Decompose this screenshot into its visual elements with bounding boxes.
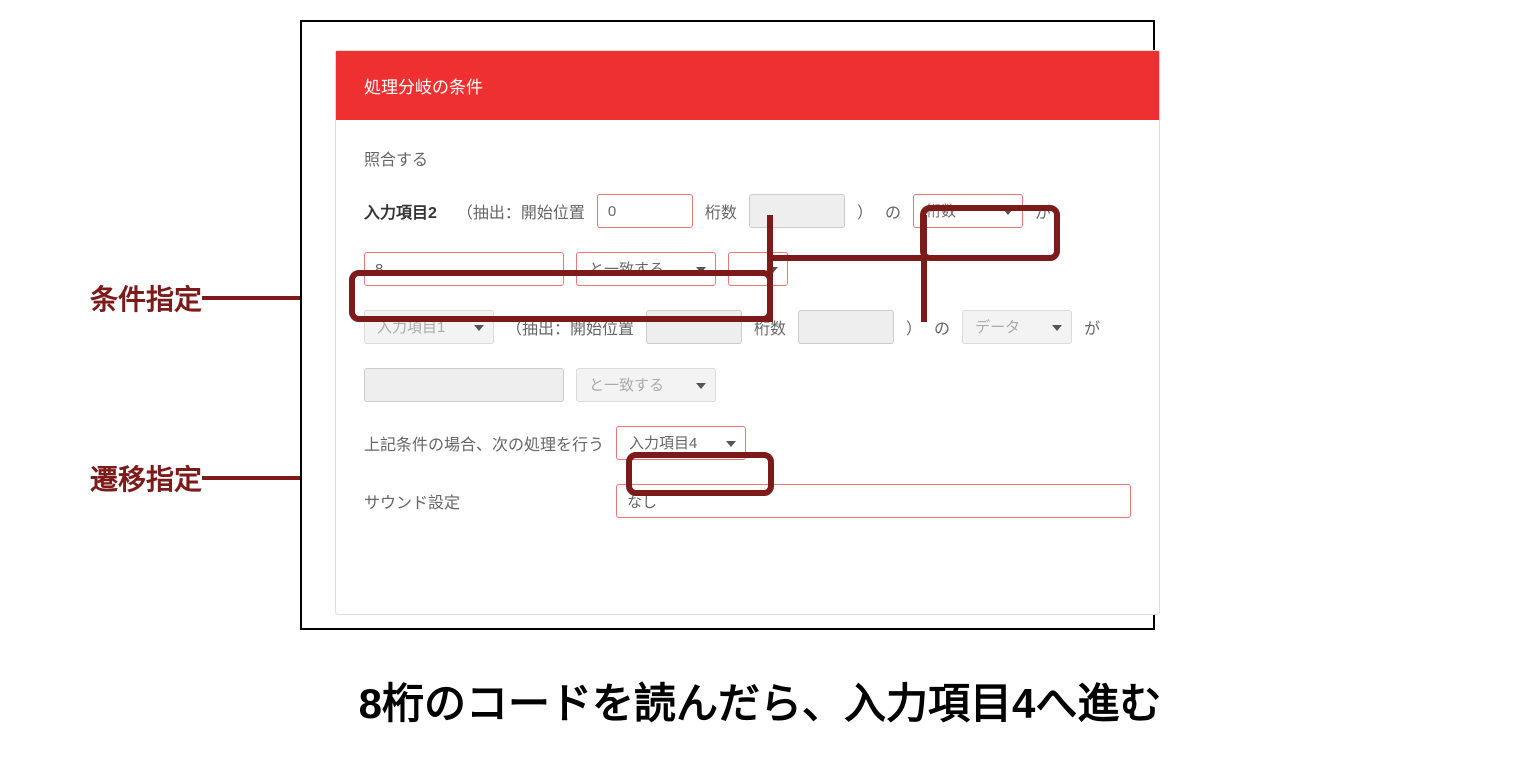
panel-header: 処理分岐の条件 [336,51,1159,120]
digits-select[interactable]: 桁数 [913,194,1023,228]
row-input-item-2: 入力項目1 （抽出：開始位置 桁数 ） の データ が [364,310,1131,344]
next-action-select[interactable]: 入力項目4 [616,426,746,460]
ga-text-2: が [1084,315,1100,339]
extra-select[interactable] [728,252,788,286]
ga-text: が [1035,199,1051,223]
digits-select-wrap: 桁数 [913,194,1023,228]
settings-panel: 処理分岐の条件 照合する 入力項目2 （抽出：開始位置 桁数 ） の 桁数 [335,50,1160,615]
start-position-input-2 [646,310,742,344]
extra-select-wrap [728,252,788,286]
extract-prefix-2: （抽出：開始位置 [506,315,634,339]
row-input-item-1: 入力項目2 （抽出：開始位置 桁数 ） の 桁数 が [364,194,1131,228]
digits-input-2 [798,310,894,344]
annotation-transition-spec-label: 遷移指定 [90,458,202,498]
verify-label: 照合する [364,146,428,170]
next-action-label: 上記条件の場合、次の処理を行う [364,431,604,455]
match-select-wrap: と一致する [576,252,716,286]
close-paren-2: ） [906,315,922,339]
sound-setting-input[interactable] [616,484,1131,518]
digits-label-2: 桁数 [754,315,786,339]
sound-label: サウンド設定 [364,489,604,513]
data-select: データ [962,310,1072,344]
no-text-2: の [934,315,950,339]
caption-text: 8桁のコードを読んだら、入力項目4へ進む [359,670,1162,731]
match-operator-select[interactable]: と一致する [576,252,716,286]
row-condition-value: と一致する [364,252,1131,286]
close-paren: ） [857,199,873,223]
next-action-select-wrap: 入力項目4 [616,426,746,460]
match-select-wrap-2: と一致する [576,368,716,402]
toggle-knob [681,161,705,185]
extract-prefix: （抽出：開始位置 [457,199,585,223]
item-select-wrap: 入力項目1 [364,310,494,344]
item-select-disabled: 入力項目1 [364,310,494,344]
panel-title: 処理分岐の条件 [364,78,483,97]
row-sound: サウンド設定 [364,484,1131,518]
annotation-condition-spec-label: 条件指定 [90,278,202,318]
no-text: の [885,199,901,223]
match-operator-select-2: と一致する [576,368,716,402]
input-item-label: 入力項目2 [364,199,437,223]
condition-value-input[interactable] [364,252,564,286]
start-position-input[interactable] [597,194,693,228]
row-condition-value-2: と一致する [364,368,1131,402]
condition-value-input-2 [364,368,564,402]
row-next-action: 上記条件の場合、次の処理を行う 入力項目4 [364,426,1131,460]
digits-input-disabled [749,194,845,228]
row-verify: 照合する [364,146,1131,170]
data-select-wrap: データ [962,310,1072,344]
panel-body: 照合する 入力項目2 （抽出：開始位置 桁数 ） の 桁数 が [336,120,1159,568]
digits-label: 桁数 [705,199,737,223]
